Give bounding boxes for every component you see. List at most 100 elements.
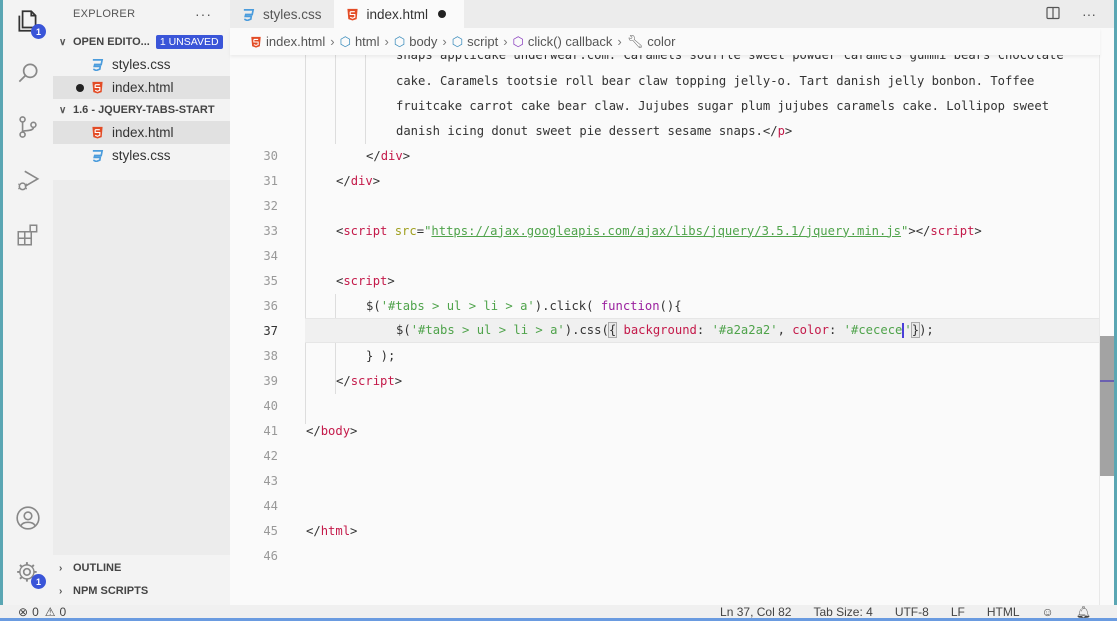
breadcrumb-item[interactable]: ⬡ click() callback	[513, 34, 613, 50]
line-number: 43	[263, 473, 278, 488]
line-number: 41	[263, 423, 278, 438]
chevron-right-icon: ›	[330, 34, 335, 49]
html-file-icon	[346, 8, 359, 21]
line-number: 40	[263, 398, 278, 413]
extensions-button[interactable]	[13, 220, 43, 250]
element-icon: ⬡	[339, 33, 351, 49]
breadcrumb-item[interactable]: 🔧︎ color	[627, 34, 676, 50]
file-name: index.html	[112, 80, 174, 95]
overview-ruler-border	[1099, 55, 1100, 605]
cursor-position[interactable]: Ln 37, Col 82	[720, 605, 791, 619]
extensions-icon	[17, 224, 38, 246]
split-editor-button[interactable]	[1046, 6, 1060, 23]
tab-index-html[interactable]: index.html	[333, 0, 465, 28]
quote-char: '	[904, 323, 912, 337]
breadcrumb-item[interactable]: ⬡ script	[452, 34, 498, 50]
breadcrumb-item[interactable]: index.html	[250, 34, 325, 49]
line-number: 38	[263, 348, 278, 363]
color-value: '#cecece	[843, 323, 903, 337]
open-editor-item[interactable]: index.html	[53, 76, 230, 99]
html-file-icon	[251, 36, 261, 48]
background-value: '#a2a2a2'	[711, 323, 778, 337]
folder-file-item[interactable]: styles.css	[53, 144, 230, 167]
html-file-icon	[90, 81, 104, 95]
file-name: index.html	[112, 125, 174, 140]
search-button[interactable]	[13, 58, 43, 88]
line-number: 37	[263, 323, 278, 338]
breadcrumb: index.html › ⬡ html › ⬡ body › ⬡ script …	[230, 28, 1100, 55]
explorer-button[interactable]: 1	[13, 6, 46, 39]
source-control-icon	[19, 116, 37, 138]
line-number: 39	[263, 373, 278, 388]
open-editors-title: OPEN EDITO...	[73, 36, 150, 48]
account-button[interactable]	[13, 503, 43, 533]
code-line: 43	[230, 468, 1100, 493]
npm-scripts-title: NPM SCRIPTS	[73, 585, 149, 597]
code-line-current: $('#tabs > ul > li > a').css({ backgroun…	[305, 318, 1100, 343]
problems-indicator[interactable]: ⊗ 0 ⚠︎ 0	[0, 605, 66, 619]
folder-section[interactable]: ∨ 1.6 - JQUERY-TABS-START	[53, 99, 230, 121]
error-count: 0	[32, 604, 39, 619]
tab-size[interactable]: Tab Size: 4	[813, 605, 872, 619]
selector-string: '#tabs > ul > li > a'	[380, 298, 535, 313]
folder-file-item[interactable]: index.html	[53, 121, 230, 144]
line-number: 33	[263, 223, 278, 238]
element-icon: ⬡	[451, 33, 464, 49]
breadcrumb-label: index.html	[266, 34, 326, 49]
warning-count: 0	[59, 604, 67, 619]
script-src-link[interactable]: https://ajax.googleapis.com/ajax/libs/jq…	[431, 224, 901, 238]
manage-button[interactable]: 1	[13, 558, 46, 589]
code-line: 44	[230, 493, 1100, 518]
code-line: 31 </div>	[230, 168, 1100, 193]
chevron-right-icon: ›	[442, 34, 447, 49]
unsaved-dot-icon[interactable]	[438, 10, 447, 18]
explorer-empty-area	[53, 180, 230, 555]
notifications-bell-icon[interactable]: 🔔︎	[1076, 605, 1091, 619]
css-file-icon	[90, 149, 104, 163]
breadcrumb-label: click() callback	[527, 34, 613, 49]
split-editor-icon	[1046, 6, 1060, 19]
css-file-icon	[242, 8, 255, 21]
explorer-header: EXPLORER ···	[53, 0, 230, 27]
source-control-button[interactable]	[13, 112, 43, 142]
open-editor-item[interactable]: styles.css	[53, 53, 230, 76]
method-icon: ⬡	[512, 33, 524, 49]
feedback-icon[interactable]: ☺︎	[1042, 605, 1054, 619]
breadcrumb-item[interactable]: ⬡ body	[394, 34, 438, 50]
code-line: fruitcake carrot cake bear claw. Jujubes…	[230, 93, 1100, 118]
selector-string: '#tabs > ul > li > a'	[410, 323, 565, 337]
line-number: 34	[263, 248, 278, 263]
language-mode[interactable]: HTML	[987, 605, 1020, 619]
breadcrumb-item[interactable]: ⬡ html	[340, 34, 380, 50]
chevron-down-icon: ∨	[59, 36, 67, 48]
code-line: 42	[230, 443, 1100, 468]
npm-scripts-section[interactable]: › NPM SCRIPTS	[53, 580, 230, 602]
explorer-badge: 1	[31, 24, 46, 39]
breadcrumb-label: color	[647, 34, 676, 49]
end-of-line[interactable]: LF	[951, 605, 965, 619]
encoding[interactable]: UTF-8	[895, 605, 929, 619]
code-text: danish icing donut sweet pie dessert ses…	[396, 123, 763, 138]
code-text: cake. Caramels tootsie roll bear claw to…	[396, 73, 1035, 88]
file-name: styles.css	[112, 148, 171, 163]
code-line: 45 </html>	[230, 518, 1100, 543]
code-line: 34	[230, 243, 1100, 268]
cursor-position-marker	[1100, 380, 1114, 382]
open-editors-section[interactable]: ∨ OPEN EDITO... 1 UNSAVED	[53, 31, 230, 53]
file-name: styles.css	[112, 57, 171, 72]
explorer-title: EXPLORER	[73, 7, 136, 20]
code-line: danish icing donut sweet pie dessert ses…	[396, 123, 793, 138]
code-line: 35 <script>	[230, 268, 1100, 293]
chevron-right-icon: ›	[59, 585, 63, 597]
outline-section[interactable]: › OUTLINE	[53, 557, 230, 579]
explorer-sidebar: EXPLORER ··· ∨ OPEN EDITO... 1 UNSAVED s…	[53, 0, 230, 605]
more-actions-button[interactable]: ···	[1082, 6, 1096, 22]
vertical-scrollbar[interactable]	[1100, 336, 1114, 476]
code-editor[interactable]: snaps applicake underwear.com. Caramels …	[230, 44, 1114, 605]
explorer-more-button[interactable]: ···	[195, 6, 212, 22]
chevron-right-icon: ›	[617, 34, 622, 49]
run-debug-button[interactable]	[13, 166, 43, 196]
tab-styles-css[interactable]: styles.css	[230, 0, 334, 28]
chevron-down-icon: ∨	[59, 104, 67, 116]
unsaved-dot-icon	[76, 83, 84, 92]
